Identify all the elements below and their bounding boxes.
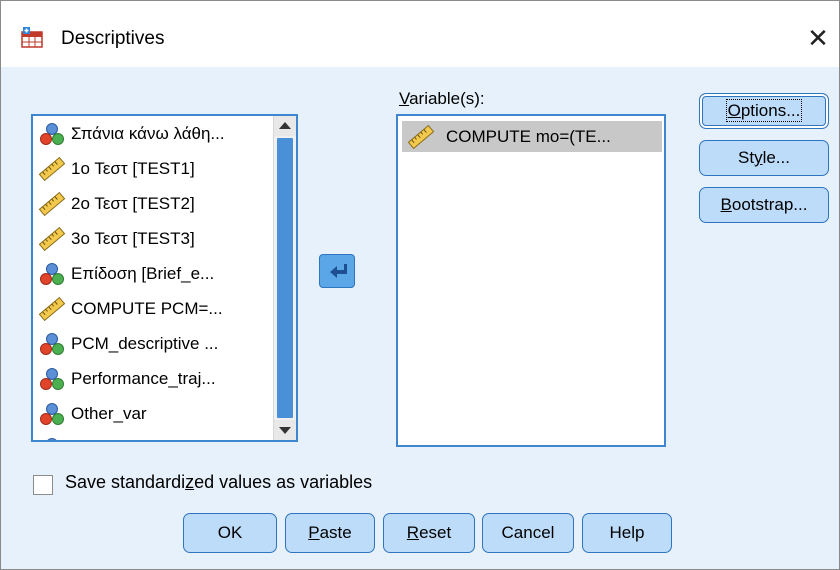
dialog-title: Descriptives (61, 28, 165, 49)
list-item-label: Other_var (71, 403, 147, 423)
scale-variable-icon (38, 296, 66, 321)
scale-variable-icon (38, 156, 66, 181)
list-item[interactable]: 1ο Τεστ [TEST1] (33, 151, 273, 186)
list-item[interactable]: COMPUTE PCM=... (33, 291, 273, 326)
scale-variable-icon (38, 226, 66, 251)
list-item-label: COMPUTE PCM=... (71, 298, 223, 318)
scale-variable-icon (38, 191, 66, 216)
paste-button-label: Paste (308, 523, 352, 542)
list-item-label: Performance_traj... (71, 368, 216, 388)
list-item[interactable]: Σπάνια κάνω λάθη... (33, 116, 273, 151)
style-button-label: Style... (738, 148, 790, 167)
options-button[interactable]: Options... (699, 93, 829, 129)
left-arrow-icon (330, 264, 347, 278)
scrollbar-thumb[interactable] (277, 138, 293, 418)
style-button[interactable]: Style... (699, 140, 829, 176)
ok-button-label: OK (217, 523, 243, 542)
selected-variable-item[interactable]: COMPUTE mo=(TE... (402, 121, 662, 152)
selected-variables-list[interactable]: COMPUTE mo=(TE... (396, 114, 666, 447)
nominal-variable-icon (40, 367, 64, 390)
paste-button[interactable]: Paste (285, 513, 375, 553)
ok-button[interactable]: OK (183, 513, 277, 553)
scroll-down-arrow-icon[interactable] (274, 420, 296, 440)
list-item-label: 2ο Τεστ [TEST2] (71, 193, 195, 213)
list-item[interactable]: Επίδοση [Brief_e... (33, 256, 273, 291)
list-item[interactable]: Other_var (33, 396, 273, 431)
cancel-button[interactable]: Cancel (482, 513, 574, 553)
source-variable-list[interactable]: Σπάνια κάνω λάθη... 1ο Τεστ [TEST1] 2ο Τεσ… (31, 114, 298, 442)
dialog-body: Σπάνια κάνω λάθη... 1ο Τεστ [TEST1] 2ο Τεσ… (1, 67, 839, 569)
list-item-label: 1ο Τεστ [TEST1] (71, 158, 195, 178)
save-standardized-checkbox[interactable] (33, 475, 53, 495)
list-item[interactable]: Performance_traj... (33, 361, 273, 396)
nominal-variable-icon (47, 437, 57, 440)
title-bar: Descriptives ✕ (1, 1, 839, 67)
list-item-label: Σπάνια κάνω λάθη... (71, 123, 225, 143)
source-list-scrollbar[interactable] (273, 116, 296, 440)
selected-variable-label: COMPUTE mo=(TE... (446, 126, 611, 146)
close-icon: ✕ (807, 23, 829, 53)
save-standardized-label[interactable]: Save standardized values as variables (65, 472, 372, 493)
variables-label: Variable(s): (399, 89, 485, 108)
bootstrap-button[interactable]: Bootstrap... (699, 187, 829, 223)
nominal-variable-icon (40, 262, 64, 285)
scale-variable-icon (407, 124, 435, 149)
spss-app-icon (21, 27, 43, 48)
move-variable-button[interactable] (319, 254, 355, 288)
reset-button[interactable]: Reset (383, 513, 475, 553)
list-item-label: Επίδοση [Brief_e... (71, 263, 215, 283)
nominal-variable-icon (40, 122, 64, 145)
options-button-label: Options... (725, 99, 803, 122)
help-button[interactable]: Help (582, 513, 672, 553)
nominal-variable-icon (40, 402, 64, 425)
close-button[interactable]: ✕ (801, 21, 835, 55)
list-item[interactable]: 2ο Τεστ [TEST2] (33, 186, 273, 221)
scroll-up-arrow-icon[interactable] (274, 116, 296, 136)
source-list-items: Σπάνια κάνω λάθη... 1ο Τεστ [TEST1] 2ο Τεσ… (33, 116, 273, 441)
list-item[interactable]: 3ο Τεστ [TEST3] (33, 221, 273, 256)
list-item[interactable]: PCM_descriptive ... (33, 326, 273, 361)
list-item-label: 3ο Τεστ [TEST3] (71, 228, 195, 248)
list-item-label: PCM_descriptive ... (71, 333, 219, 353)
nominal-variable-icon (40, 332, 64, 355)
cancel-button-label: Cancel (501, 523, 555, 542)
list-item-label: Δυσκολεύομαι στ... (71, 439, 214, 441)
bootstrap-button-label: Bootstrap... (720, 195, 808, 214)
reset-button-label: Reset (406, 523, 452, 542)
descriptives-dialog: Descriptives ✕ Σπάνια κάνω λάθη... 1ο Τεσ… (0, 0, 840, 570)
help-button-label: Help (609, 523, 645, 542)
list-item[interactable]: Δυσκολεύομαι στ... (33, 431, 273, 441)
